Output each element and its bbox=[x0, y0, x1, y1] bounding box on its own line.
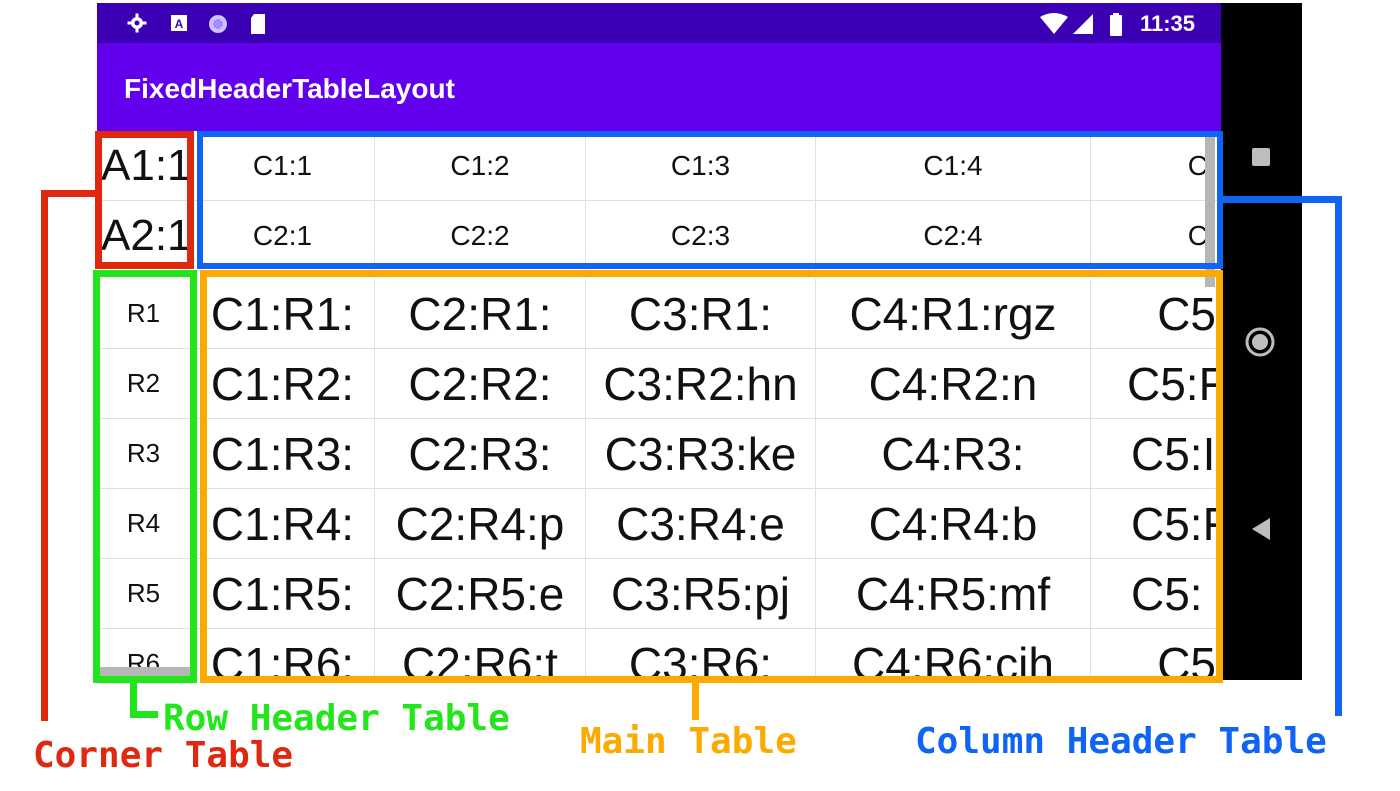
main-leader-vertical bbox=[692, 680, 699, 720]
main-table-cell[interactable]: C1:R1: bbox=[191, 279, 375, 349]
main-table-cell[interactable]: C4:R1:rgz bbox=[816, 279, 1091, 349]
android-device-screen: A 11:35 FixedHeaderTableLayout A1:1 A2:1… bbox=[97, 3, 1302, 680]
column-header-table-label: Column Header Table bbox=[915, 721, 1327, 762]
main-table-cell[interactable]: C3:R5:pj bbox=[586, 559, 816, 629]
main-table-cell[interactable]: C4:R2:n bbox=[816, 349, 1091, 419]
main-table-cell[interactable]: C2:R3: bbox=[375, 419, 586, 489]
main-table-cell[interactable]: C1:R5: bbox=[191, 559, 375, 629]
main-table-cell[interactable]: C5 bbox=[1091, 629, 1221, 680]
status-time: 11:35 bbox=[1139, 11, 1195, 36]
column-header-cell[interactable]: C2:4 bbox=[816, 201, 1091, 271]
main-table-cell[interactable]: C1:R6: bbox=[191, 629, 375, 680]
sd-card-icon bbox=[249, 13, 269, 34]
row-header-cell[interactable]: R2 bbox=[97, 349, 191, 419]
column-header-cell[interactable]: C1:1 bbox=[191, 131, 375, 201]
gear-icon bbox=[127, 13, 147, 33]
app-bar: FixedHeaderTableLayout bbox=[97, 43, 1221, 131]
main-table-cell[interactable]: C5 bbox=[1091, 279, 1221, 349]
main-table-cell[interactable]: C4:R5:mf bbox=[816, 559, 1091, 629]
main-table-label: Main Table bbox=[580, 721, 797, 762]
row-header-table-label: Row Header Table bbox=[163, 698, 510, 739]
main-table-cell[interactable]: C3:R1: bbox=[586, 279, 816, 349]
svg-text:A: A bbox=[175, 17, 184, 31]
corner-cell[interactable]: A1:1 bbox=[97, 131, 191, 201]
column-header-cell[interactable]: C2:2 bbox=[375, 201, 586, 271]
signal-icon bbox=[1071, 13, 1095, 34]
row-header-leader-vertical bbox=[130, 680, 137, 718]
recents-square-icon[interactable] bbox=[1251, 147, 1271, 172]
corner-cell[interactable]: A2:1 bbox=[97, 201, 191, 271]
corner-leader-vertical bbox=[41, 190, 48, 721]
corner-table-label: Corner Table bbox=[33, 735, 294, 776]
main-table-cell[interactable]: C1:R3: bbox=[191, 419, 375, 489]
main-table-cell[interactable]: C4:R3: bbox=[816, 419, 1091, 489]
main-table-cell[interactable]: C1:R4: bbox=[191, 489, 375, 559]
main-table-cell[interactable]: C5:F bbox=[1091, 489, 1221, 559]
column-header-cell[interactable]: C1:3 bbox=[586, 131, 816, 201]
circle-icon bbox=[207, 13, 227, 33]
main-table-cell[interactable]: C4:R4:b bbox=[816, 489, 1091, 559]
row-header-leader-horizontal bbox=[130, 711, 158, 718]
row-header-cell[interactable]: R3 bbox=[97, 419, 191, 489]
a-square-icon: A bbox=[169, 13, 189, 33]
table-content[interactable]: A1:1 A2:1 C1:1 C1:2 C1:3 C1:4 C C2:1 C2:… bbox=[97, 131, 1221, 680]
column-header-leader-vertical bbox=[1335, 196, 1342, 716]
corner-leader-horizontal bbox=[41, 190, 101, 197]
main-table-cell[interactable]: C2:R2: bbox=[375, 349, 586, 419]
column-header-cell[interactable]: C1:4 bbox=[816, 131, 1091, 201]
battery-icon bbox=[1109, 13, 1123, 36]
row-header-cell[interactable]: R1 bbox=[97, 279, 191, 349]
main-table-cell[interactable]: C2:R4:p bbox=[375, 489, 586, 559]
home-circle-icon[interactable] bbox=[1245, 327, 1275, 362]
column-header-cell[interactable]: C2:3 bbox=[586, 201, 816, 271]
main-table-cell[interactable]: C2:R5:e bbox=[375, 559, 586, 629]
main-table-cell[interactable]: C2:R1: bbox=[375, 279, 586, 349]
main-table-cell[interactable]: C2:R6:t bbox=[375, 629, 586, 680]
main-table-cell[interactable]: C3:R6: bbox=[586, 629, 816, 680]
horizontal-scrollbar[interactable] bbox=[97, 667, 191, 679]
back-triangle-icon[interactable] bbox=[1251, 517, 1271, 546]
status-bar: A 11:35 bbox=[97, 3, 1221, 43]
main-table-cell[interactable]: C3:R2:hn bbox=[586, 349, 816, 419]
app-title: FixedHeaderTableLayout bbox=[124, 73, 455, 104]
vertical-scrollbar[interactable] bbox=[1205, 137, 1215, 287]
main-table-cell[interactable]: C5:I bbox=[1091, 419, 1221, 489]
column-header-cell[interactable]: C1:2 bbox=[375, 131, 586, 201]
column-header-cell[interactable]: C2:1 bbox=[191, 201, 375, 271]
main-table-cell[interactable]: C3:R4:e bbox=[586, 489, 816, 559]
main-table-cell[interactable]: C4:R6:cih bbox=[816, 629, 1091, 680]
column-header-cell[interactable]: C bbox=[1091, 131, 1221, 201]
column-header-cell[interactable]: C bbox=[1091, 201, 1221, 271]
main-table-cell[interactable]: C5:F bbox=[1091, 349, 1221, 419]
navigation-bar bbox=[1221, 3, 1302, 680]
main-table-cell[interactable]: C5: bbox=[1091, 559, 1221, 629]
main-table-cell[interactable]: C3:R3:ke bbox=[586, 419, 816, 489]
row-header-cell[interactable]: R5 bbox=[97, 559, 191, 629]
wifi-icon bbox=[1039, 13, 1069, 34]
main-table-cell[interactable]: C1:R2: bbox=[191, 349, 375, 419]
row-header-cell[interactable]: R4 bbox=[97, 489, 191, 559]
